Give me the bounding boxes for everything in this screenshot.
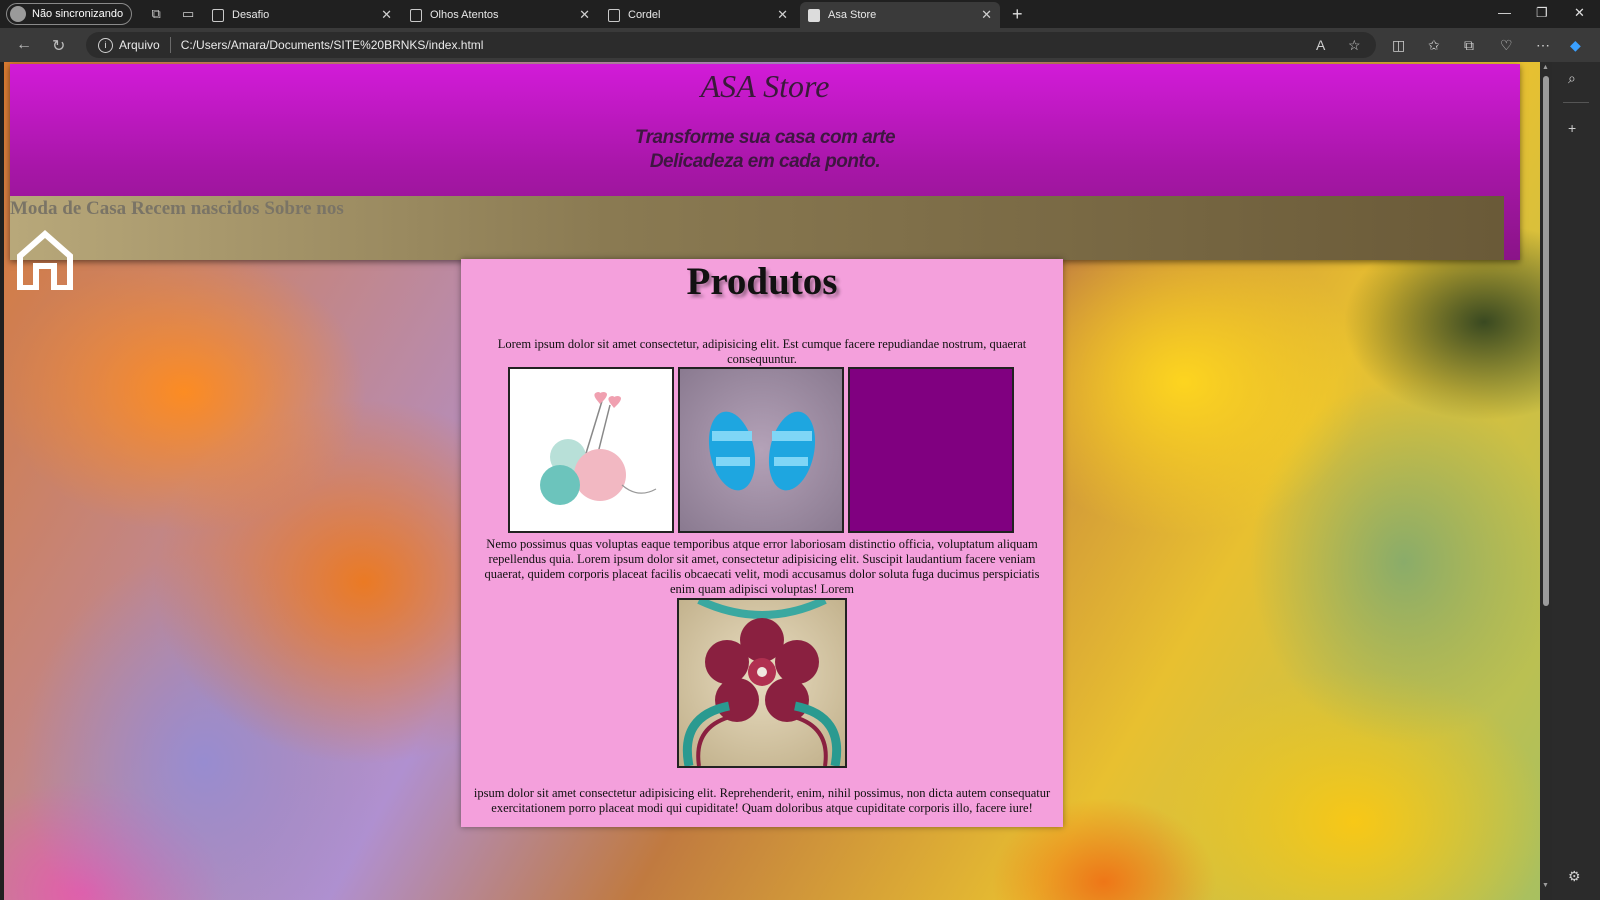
tab-olhos-atentos[interactable]: Olhos Atentos ✕: [402, 2, 598, 28]
product-image-headband[interactable]: [677, 598, 847, 768]
avatar: [10, 6, 26, 22]
profile-button[interactable]: Não sincronizando: [6, 3, 133, 25]
intro-paragraph: Lorem ipsum dolor sit amet consectetur, …: [497, 337, 1027, 366]
divider: [169, 37, 171, 53]
page-icon: [410, 8, 422, 22]
tab-title: Desafio: [232, 9, 270, 21]
search-icon[interactable]: ⌕: [1568, 70, 1576, 87]
tagline: Transforme sua casa com arte Delicadeza …: [10, 126, 1520, 174]
menu-link-sobre-nos[interactable]: Sobre nos: [264, 198, 343, 220]
page-icon: [808, 8, 820, 22]
info-icon[interactable]: i: [98, 37, 113, 53]
product-image-sandals[interactable]: [678, 367, 844, 533]
restore-icon[interactable]: ❐: [1536, 5, 1548, 21]
tagline-line-1: Transforme sua casa com arte: [634, 127, 896, 148]
scroll-up-icon[interactable]: ▲: [1542, 64, 1549, 71]
scroll-down-icon[interactable]: ▼: [1542, 882, 1549, 889]
description-paragraph: Nemo possimus quas voluptas eaque tempor…: [484, 537, 1040, 596]
edge-sidebar: ⌕ + ⚙: [1552, 62, 1600, 900]
site-title: ASA Store: [700, 68, 830, 104]
closing-paragraph: ipsum dolor sit amet consectetur adipisi…: [473, 786, 1051, 815]
address-bar[interactable]: i Arquivo C:/Users/Amara/Documents/SITE%…: [86, 32, 1376, 58]
close-tab-icon[interactable]: ✕: [777, 7, 788, 23]
close-window-icon[interactable]: ✕: [1574, 5, 1585, 21]
workspaces-icon[interactable]: ⧉: [148, 6, 164, 22]
minimize-icon[interactable]: —: [1498, 5, 1511, 20]
tab-asa-store[interactable]: Asa Store ✕: [800, 2, 1000, 28]
tab-title: Olhos Atentos: [430, 9, 499, 21]
page-icon: [212, 8, 224, 22]
back-icon[interactable]: ←: [16, 36, 32, 54]
add-sidebar-icon[interactable]: +: [1568, 120, 1576, 136]
reload-icon[interactable]: ↻: [52, 36, 65, 56]
split-screen-icon[interactable]: ◫: [1392, 37, 1405, 54]
product-image-yarn[interactable]: [508, 367, 674, 533]
divider: [1563, 102, 1589, 103]
menu-link-moda-de-casa[interactable]: Moda de Casa: [10, 198, 126, 220]
nav-menu: Moda de Casa Recem nascidos Sobre nos: [10, 196, 1504, 260]
tab-actions-icon[interactable]: ▭: [180, 6, 196, 22]
tagline-line-2: Delicadeza em cada ponto.: [649, 151, 881, 172]
yarn-balls-illustration: [540, 392, 657, 505]
crochet-flower-headband-photo: [682, 600, 842, 766]
tab-desafio[interactable]: Desafio ✕: [204, 2, 400, 28]
menu-link-recem-nascidos[interactable]: Recem nascidos: [131, 198, 259, 220]
settings-gear-icon[interactable]: ⚙: [1568, 868, 1581, 885]
product-image-purple[interactable]: [848, 367, 1014, 533]
page-scrollbar[interactable]: ▲ ▼: [1540, 62, 1552, 900]
close-tab-icon[interactable]: ✕: [981, 7, 992, 23]
product-gallery: [508, 367, 1014, 533]
scroll-thumb[interactable]: [1543, 76, 1549, 606]
blue-sandals-photo: [708, 411, 816, 491]
url-text[interactable]: C:/Users/Amara/Documents/SITE%20BRNKS/in…: [181, 38, 484, 52]
address-toolbar: ← ↻ i Arquivo C:/Users/Amara/Documents/S…: [0, 28, 1600, 62]
more-menu-icon[interactable]: ⋯: [1536, 37, 1550, 54]
page-icon: [608, 8, 620, 22]
tab-cordel[interactable]: Cordel ✕: [600, 2, 796, 28]
home-icon[interactable]: [16, 230, 74, 290]
close-tab-icon[interactable]: ✕: [579, 7, 590, 23]
favorites-icon[interactable]: ✩: [1428, 37, 1440, 54]
close-tab-icon[interactable]: ✕: [381, 7, 392, 23]
favorite-star-icon[interactable]: ☆: [1348, 37, 1361, 54]
new-tab-icon[interactable]: +: [1012, 4, 1023, 25]
copilot-icon[interactable]: ◆: [1570, 37, 1581, 54]
page-viewport: ASA Store Transforme sua casa com arte D…: [4, 62, 1540, 900]
read-aloud-icon[interactable]: A: [1316, 37, 1325, 53]
products-heading: Produtos: [686, 260, 838, 303]
collections-icon[interactable]: ⧉: [1464, 37, 1474, 54]
site-header: ASA Store Transforme sua casa com arte D…: [10, 64, 1520, 260]
origin-label: Arquivo: [119, 38, 160, 52]
browser-essentials-icon[interactable]: ♡: [1500, 37, 1513, 54]
tab-title: Asa Store: [828, 9, 877, 21]
products-section: Produtos Lorem ipsum dolor sit amet cons…: [461, 259, 1063, 827]
profile-label: Não sincronizando: [32, 8, 124, 20]
tab-title: Cordel: [628, 9, 661, 21]
